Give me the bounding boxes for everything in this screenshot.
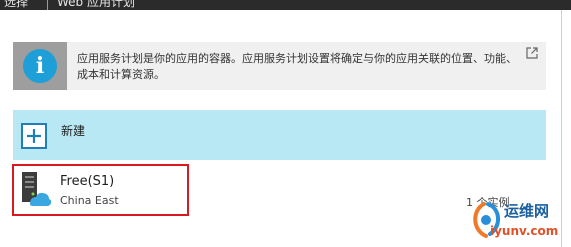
blade-header: 选择 Web 应用计划 — [0, 0, 571, 10]
info-banner: i 应用服务计划是你的应用的容器。应用服务计划设置将确定与你的应用关联的位置、功… — [13, 42, 546, 90]
watermark: 运维网 iyunv.com — [466, 196, 566, 244]
server-cloud-icon — [22, 172, 52, 206]
create-new-plan-button[interactable]: 新建 — [13, 110, 546, 160]
info-icon-tile: i — [13, 42, 67, 90]
external-link-icon[interactable] — [525, 46, 539, 60]
create-new-label: 新建 — [61, 124, 86, 138]
breadcrumb-back[interactable]: 选择 — [4, 0, 28, 10]
plan-name: Free(S1) — [60, 174, 115, 189]
watermark-brand: 运维网 — [504, 202, 550, 220]
breadcrumb-current: Web 应用计划 — [57, 0, 135, 9]
plus-icon — [21, 123, 47, 149]
info-icon: i — [23, 49, 57, 83]
breadcrumb-separator — [47, 0, 48, 10]
watermark-url: iyunv.com — [490, 224, 559, 238]
plan-region: China East — [60, 194, 119, 207]
info-text: 应用服务计划是你的应用的容器。应用服务计划设置将确定与你的应用关联的位置、功能、… — [77, 52, 517, 81]
